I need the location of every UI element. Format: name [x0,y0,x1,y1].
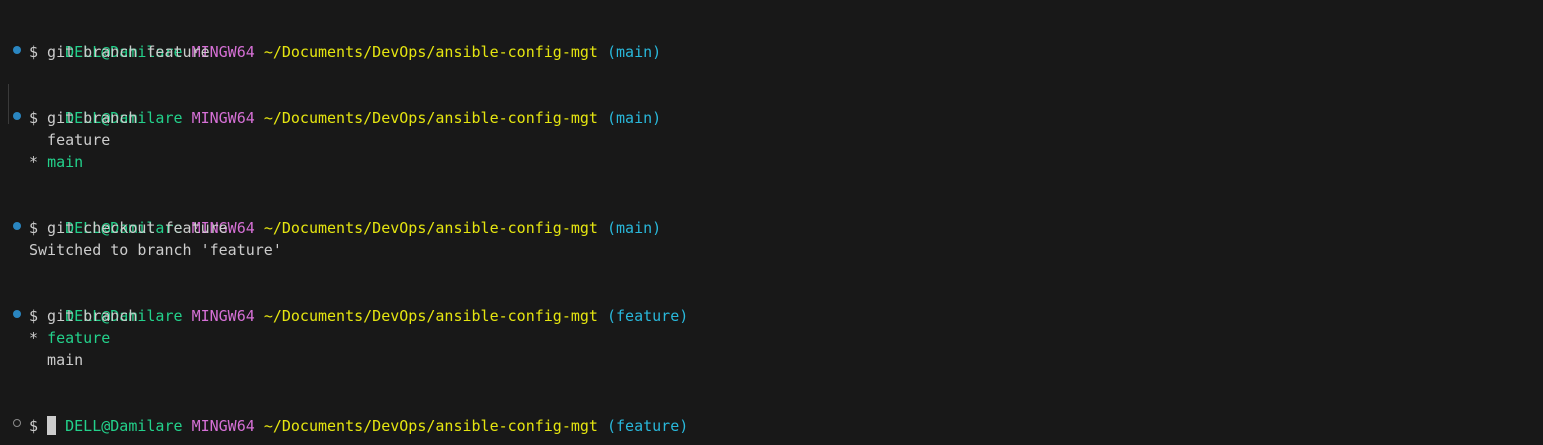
command-line: $ git branch [29,109,138,127]
prompt-path: ~/Documents/DevOps/ansible-config-mgt [263,417,598,435]
prompt-line: DELL@Damilare MINGW64 ~/Documents/DevOps… [29,19,661,61]
prompt-path: ~/Documents/DevOps/ansible-config-mgt [263,109,598,127]
command-line: $ git checkout feature [29,219,228,237]
output-line-current-branch: * main [29,153,84,171]
prompt-branch: (main) [606,109,662,127]
command-pending-icon[interactable] [13,419,21,427]
prompt-branch: (feature) [606,417,689,435]
prompt-host: MINGW64 [191,307,255,325]
prompt-line: DELL@Damilare MINGW64 ~/Documents/DevOps… [29,393,688,435]
terminal-panel[interactable]: DELL@Damilare MINGW64 ~/Documents/DevOps… [0,0,1543,445]
prompt-host: MINGW64 [191,417,255,435]
command-input-line[interactable]: $ [29,415,57,437]
text-cursor [47,416,57,435]
prompt-user: DELL@Damilare [65,417,183,435]
prompt-path: ~/Documents/DevOps/ansible-config-mgt [263,43,598,61]
command-success-icon[interactable] [13,112,21,120]
prompt-host: MINGW64 [191,109,255,127]
command-guide-line [8,84,9,124]
output-line: Switched to branch 'feature' [29,241,282,259]
prompt-branch: (main) [606,219,662,237]
prompt-branch: (main) [606,43,662,61]
command-line: $ git branch [29,307,138,325]
prompt-line: DELL@Damilare MINGW64 ~/Documents/DevOps… [29,195,661,237]
command-success-icon[interactable] [13,310,21,318]
output-line-current-branch: * feature [29,329,111,347]
current-branch-name: feature [47,329,111,347]
prompt-symbol: $ [29,417,48,435]
prompt-line: DELL@Damilare MINGW64 ~/Documents/DevOps… [29,283,688,325]
prompt-line: DELL@Damilare MINGW64 ~/Documents/DevOps… [29,85,661,127]
command-success-icon[interactable] [13,46,21,54]
prompt-branch: (feature) [606,307,689,325]
prompt-path: ~/Documents/DevOps/ansible-config-mgt [263,219,598,237]
output-line: main [29,351,84,369]
output-line: feature [29,131,111,149]
command-line: $ git branch feature [29,43,210,61]
prompt-path: ~/Documents/DevOps/ansible-config-mgt [263,307,598,325]
command-success-icon[interactable] [13,222,21,230]
current-branch-name: main [47,153,84,171]
